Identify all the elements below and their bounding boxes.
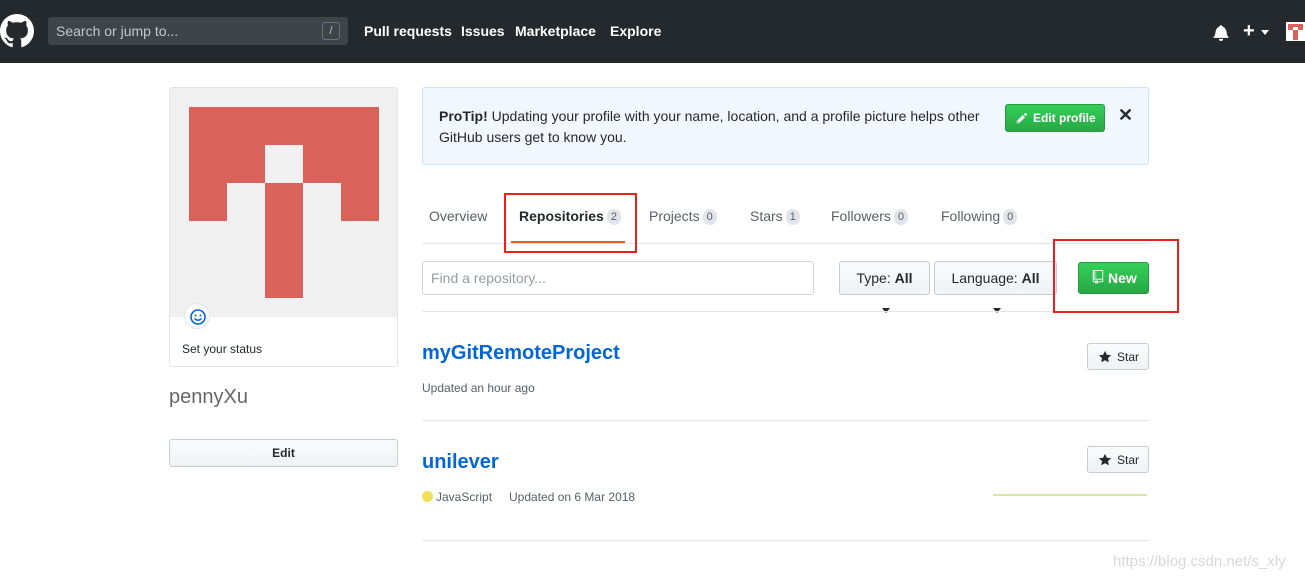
divider [422,420,1149,421]
smiley-icon [190,309,206,325]
tab-stars-label: Stars [750,208,783,224]
activity-sparkline [993,494,1147,496]
watermark: https://blog.csdn.net/s_xly [1113,553,1286,570]
repo-name-link[interactable]: unilever [422,451,499,474]
repo-name-link[interactable]: myGitRemoteProject [422,342,620,365]
bell-icon[interactable] [1213,24,1229,41]
nav-explore[interactable]: Explore [610,23,661,39]
tab-following-count: 0 [1003,209,1018,225]
search-input[interactable] [48,17,348,45]
protip-text: ProTip! Updating your profile with your … [439,106,999,148]
type-filter-select[interactable]: Type: All [839,261,930,313]
search-shortcut-hint: / [322,22,340,40]
tab-stars-count: 1 [785,209,800,225]
edit-profile-label: Edit profile [1033,111,1096,125]
star-button[interactable]: Star [1087,343,1149,370]
repo-language-name: JavaScript [436,490,493,504]
tab-projects-count: 0 [702,209,717,225]
avatar-icon [1288,24,1303,40]
type-filter-label: Type: [856,270,891,286]
star-button[interactable]: Star [1087,446,1149,473]
search-box: / [48,17,348,45]
language-color-dot [422,491,433,502]
pencil-icon [1016,113,1027,124]
profile-avatar[interactable] [170,88,397,317]
language-filter-label: Language: [951,270,1018,286]
tab-overview[interactable]: Overview [429,208,487,224]
profile-avatar-card: Set your status [169,87,398,367]
star-icon [1098,350,1112,363]
top-header: / Pull requests Issues Marketplace Explo… [0,0,1305,63]
tab-following-label: Following [941,208,1001,224]
protip-message: Updating your profile with your name, lo… [439,108,980,145]
plus-dropdown-caret-icon[interactable] [1261,30,1269,35]
tab-followers[interactable]: Followers 0 [831,208,909,225]
type-filter-value: All [894,270,913,286]
header-avatar[interactable] [1286,22,1305,41]
tab-stars[interactable]: Stars 1 [750,208,800,225]
language-filter-value: All [1021,270,1040,286]
plus-icon[interactable]: + [1243,21,1255,41]
star-label: Star [1117,453,1140,467]
star-label: Star [1117,350,1140,364]
tab-overview-label: Overview [429,208,488,224]
repo-updated: Updated on 6 Mar 2018 [509,490,636,504]
protip-title: ProTip! [439,108,488,124]
nav-pull-requests[interactable]: Pull requests [364,23,452,39]
status-emoji-button[interactable] [184,303,210,329]
repo-language: JavaScript [422,490,492,504]
tab-followers-count: 0 [893,209,909,225]
identicon-avatar-icon [170,88,397,317]
divider [422,311,1149,312]
tab-followers-label: Followers [831,208,891,224]
find-repository-input[interactable] [422,261,814,295]
close-icon[interactable]: ✕ [1118,105,1133,126]
protip-banner: ProTip! Updating your profile with your … [422,87,1149,165]
set-status-link[interactable]: Set your status [182,342,262,356]
edit-profile-sidebar-button[interactable]: Edit [169,439,398,467]
tab-projects[interactable]: Projects 0 [649,208,717,225]
nav-marketplace[interactable]: Marketplace [515,23,596,39]
repo-updated: Updated an hour ago [422,381,535,395]
tab-projects-label: Projects [649,208,700,224]
annotation-box-new-button [1053,239,1179,313]
nav-issues[interactable]: Issues [461,23,505,39]
tab-following[interactable]: Following 0 [941,208,1018,225]
github-logo-icon[interactable] [0,14,34,48]
star-icon [1098,453,1112,466]
annotation-box-repositories-tab [504,193,637,253]
edit-profile-button[interactable]: Edit profile [1005,104,1105,132]
divider [422,540,1149,541]
profile-username: pennyXu [169,386,248,408]
language-filter-select[interactable]: Language: All [934,261,1057,313]
